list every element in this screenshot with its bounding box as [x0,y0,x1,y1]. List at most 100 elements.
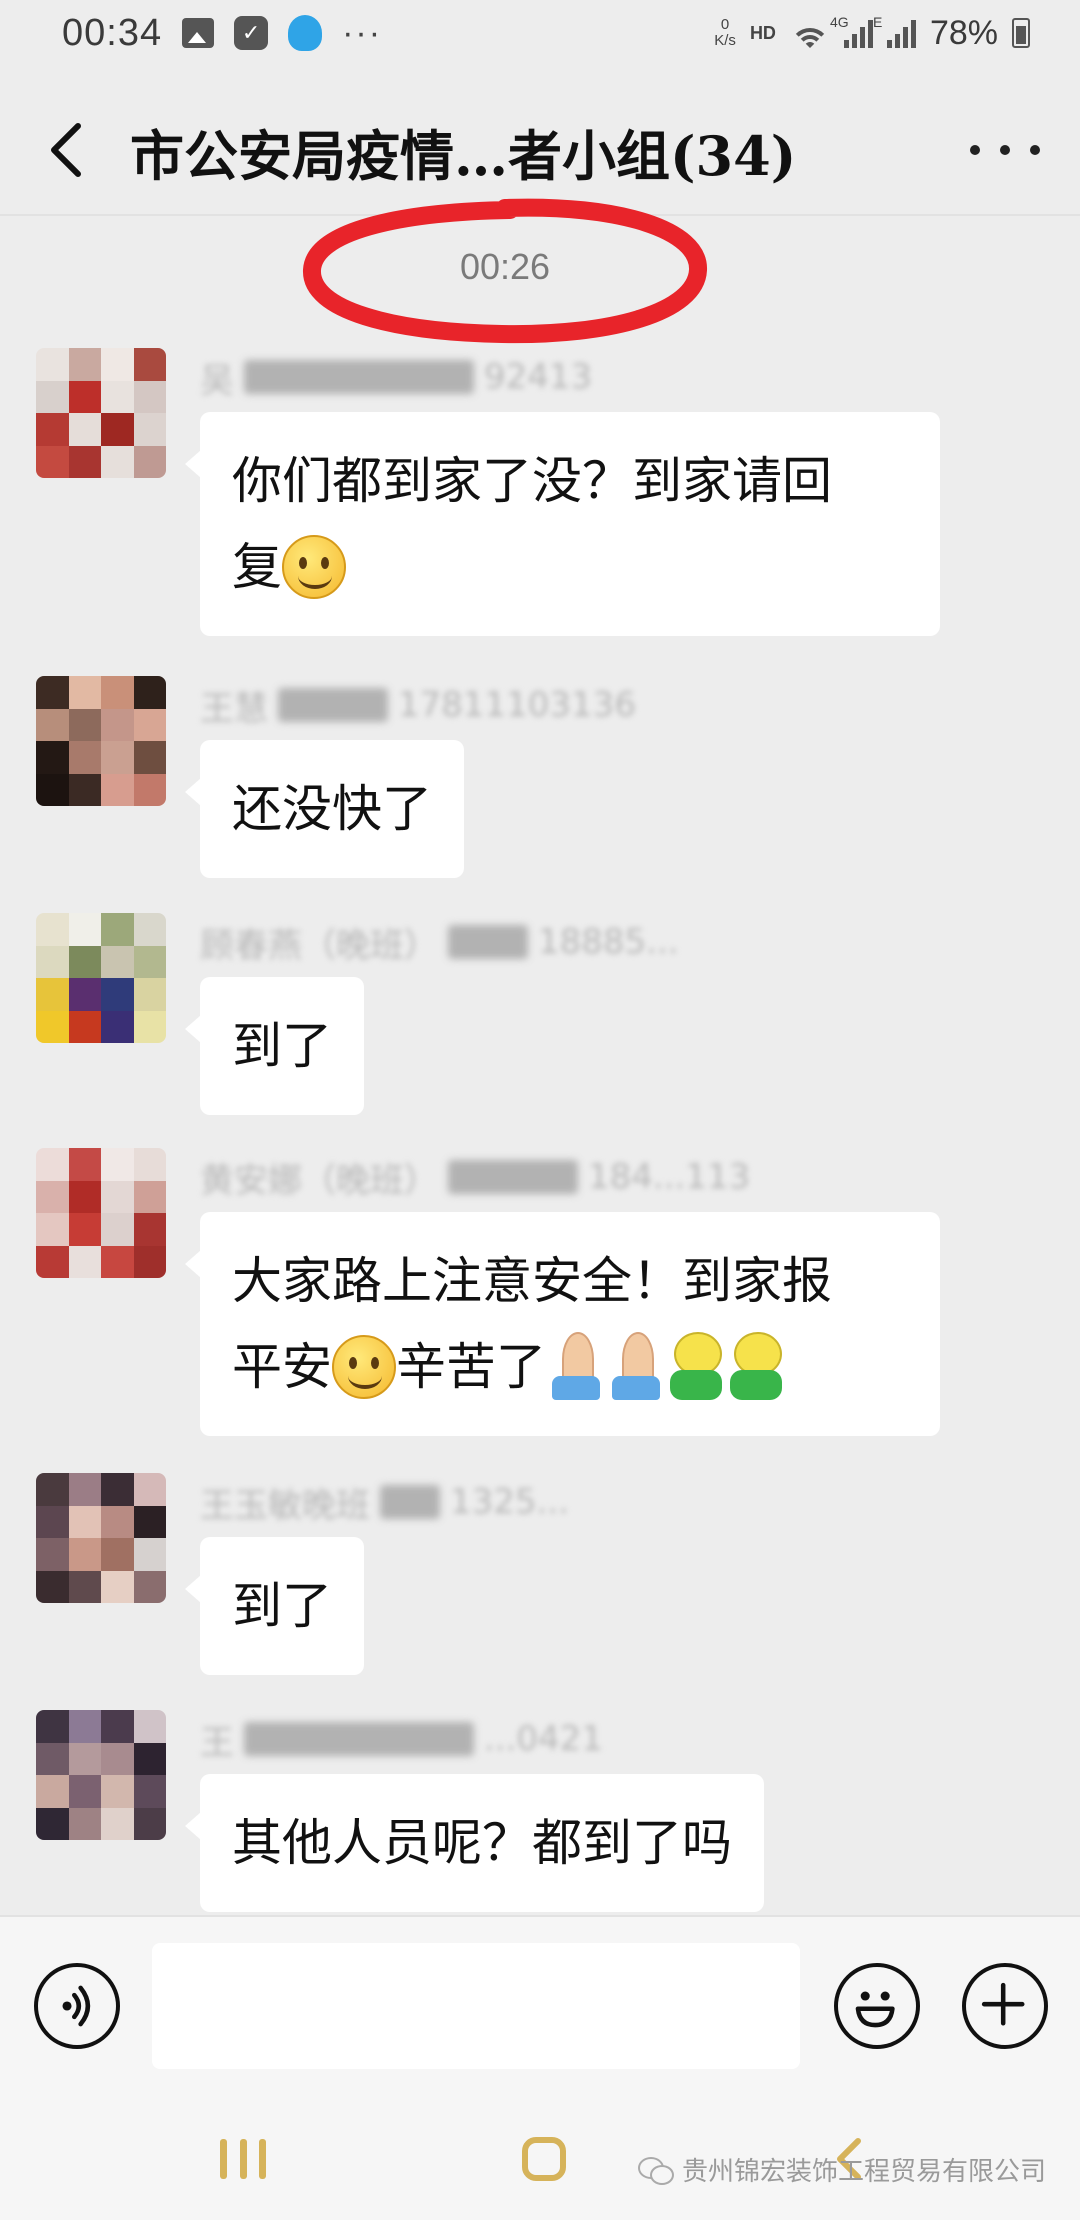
avatar-mosaic-cell [36,1807,69,1840]
watermark-text: 贵州锦宏装饰工程贸易有限公司 [681,2157,1046,2187]
avatar-mosaic-cell [133,1010,166,1043]
emoji-icon[interactable] [834,1963,920,2049]
network-type-2: E [872,14,883,30]
status-time: 00:34 [62,11,163,54]
sender-name-text: 王 [200,1722,234,1763]
avatar-mosaic-cell [36,773,69,806]
wechat-icon [637,2155,674,2185]
sender-name-suffix: 18885... [538,922,679,962]
avatar-mosaic-cell [36,445,69,478]
avatar[interactable] [36,1148,166,1278]
avatar-mosaic-cell [36,1505,69,1538]
avatar-mosaic-cell [101,1570,134,1603]
message-item: 吴 92413 你们都到家了没？到家请回 复 [0,340,1080,640]
sender-name: 王 ...0421 [200,1714,603,1764]
avatar-mosaic-cell [101,1775,134,1808]
avatar-mosaic-cell [101,348,134,381]
input-bar [0,1915,1080,2095]
avatar-mosaic-cell [101,1245,134,1278]
avatar[interactable] [36,913,166,1043]
sender-name: 顾春燕（晚班） 18885... [200,917,679,967]
avatar-mosaic-cell [133,913,166,946]
avatar-mosaic-cell [36,741,69,774]
message-timestamp: 00:26 [459,246,551,287]
message-text: 其他人员呢？都到了吗 [232,1814,732,1872]
network-type-1: 4G [829,14,849,30]
home-icon[interactable] [522,2137,566,2181]
message-bubble[interactable]: 大家路上注意安全！到家报 平安 辛苦了 [185,1212,940,1436]
blurred-region [244,1722,474,1756]
avatar-mosaic-cell [68,1505,101,1538]
avatar-mosaic-cell [68,445,101,478]
avatar-mosaic-cell [36,1775,69,1808]
hd-indicator: HD [749,22,776,43]
avatar-mosaic-cell [36,1710,69,1743]
status-left: 00:34 ✓ ··· [62,12,382,55]
network-speed-value: 0 [720,16,730,33]
avatar-mosaic-cell [68,676,101,709]
voice-icon[interactable] [34,1963,120,2049]
avatar-mosaic-cell [68,1742,101,1775]
message-item: 王 ...0421 其他人员呢？都到了吗 [0,1702,1080,1912]
avatar-mosaic-cell [68,380,101,413]
sender-name-suffix: 184...113 [588,1157,751,1197]
avatar-mosaic-cell [133,1213,166,1246]
recent-apps-icon[interactable] [220,2139,266,2179]
avatar-mosaic-cell [68,741,101,774]
avatar-mosaic-cell [133,1245,166,1278]
avatar-mosaic-cell [133,1538,166,1571]
message-text: 你们都到家了没？到家请回 [232,452,832,510]
avatar-mosaic-cell [101,913,134,946]
plus-icon[interactable] [962,1963,1048,2049]
avatar-mosaic-cell [36,708,69,741]
avatar-mosaic-cell [68,1213,101,1246]
message-bubble[interactable]: 到了 [185,1537,364,1675]
avatar-mosaic-cell [133,348,166,381]
avatar-mosaic-cell [68,1148,101,1181]
sender-name-suffix: 1325... [450,1482,569,1522]
system-nav-bar: 贵州锦宏装饰工程贸易有限公司 [0,2095,1080,2220]
avatar-mosaic-cell [101,1180,134,1213]
sender-name: 吴 92413 [200,352,592,402]
avatar[interactable] [36,676,166,806]
sender-name-text: 王慧 [200,688,268,729]
avatar-mosaic-cell [133,741,166,774]
avatar-mosaic-cell [36,1473,69,1506]
message-bubble[interactable]: 你们都到家了没？到家请回 复 [185,412,940,636]
chevron-left-icon[interactable] [42,120,92,180]
blurred-region [244,360,474,394]
avatar-mosaic-cell [36,348,69,381]
avatar-mosaic-cell [68,913,101,946]
avatar[interactable] [36,348,166,478]
message-text: 平安 [232,1338,332,1396]
avatar-mosaic-cell [68,773,101,806]
message-item: 顾春燕（晚班） 18885... 到了 [0,905,1080,1115]
sender-name-text: 吴 [200,360,234,401]
message-bubble[interactable]: 还没快了 [185,740,464,878]
blurred-region [278,688,388,722]
chat-title[interactable]: 市公安局疫情…者小组(34) [130,112,796,191]
avatar-mosaic-cell [68,708,101,741]
avatar[interactable] [36,1473,166,1603]
sender-name: 王慧 17811103136 [200,680,636,730]
message-item: 王慧 17811103136 还没快了 [0,668,1080,878]
sender-name-suffix: 17811103136 [398,685,636,725]
sender-name-suffix: 92413 [484,357,593,397]
message-bubble[interactable]: 其他人员呢？都到了吗 [185,1774,764,1912]
avatar-mosaic-cell [68,978,101,1011]
avatar-mosaic-cell [68,1775,101,1808]
avatar-mosaic-cell [36,1245,69,1278]
avatar-mosaic-cell [101,1710,134,1743]
network-speed: 0 K/s [714,17,736,49]
message-bubble[interactable]: 到了 [185,977,364,1115]
avatar-mosaic-cell [68,1538,101,1571]
more-icon[interactable] [970,120,1040,180]
message-input[interactable] [152,1943,800,2069]
avatar-mosaic-cell [36,1570,69,1603]
avatar-mosaic-cell [101,1505,134,1538]
avatar-mosaic-cell [101,741,134,774]
avatar[interactable] [36,1710,166,1840]
qq-icon [288,15,323,51]
avatar-mosaic-cell [133,978,166,1011]
avatar-mosaic-cell [101,978,134,1011]
